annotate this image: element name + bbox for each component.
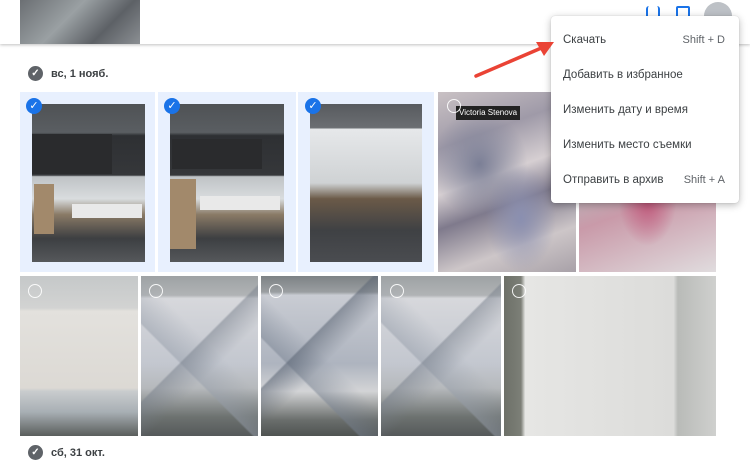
previous-photo-thumbnail[interactable] [20, 0, 140, 44]
unselected-circle-icon[interactable] [149, 284, 163, 298]
context-menu: Скачать Shift + D Добавить в избранное И… [551, 16, 739, 203]
unselected-circle-icon[interactable] [28, 284, 42, 298]
menu-item-shortcut: Shift + D [682, 33, 726, 46]
section-header-oct31: ✓ сб, 31 окт. [28, 445, 105, 460]
unselected-circle-icon[interactable] [269, 284, 283, 298]
menu-item-label: Отправить в архив [563, 173, 664, 186]
photo-panel-concrete[interactable] [504, 276, 716, 436]
menu-item-shortcut: Shift + A [683, 173, 725, 186]
menu-item-add-favorite[interactable]: Добавить в избранное [551, 57, 739, 92]
menu-item-download[interactable]: Скачать Shift + D [551, 22, 739, 57]
menu-item-edit-location[interactable]: Изменить место съемки [551, 127, 739, 162]
selected-check-icon[interactable]: ✓ [305, 98, 321, 114]
select-day-check-icon[interactable]: ✓ [28, 66, 43, 81]
selected-check-icon[interactable]: ✓ [164, 98, 180, 114]
photo-kitchen-3[interactable] [310, 104, 422, 262]
photo-kitchen-2[interactable] [170, 104, 284, 262]
select-day-check-icon[interactable]: ✓ [28, 445, 43, 460]
selected-check-icon[interactable]: ✓ [26, 98, 42, 114]
menu-item-label: Скачать [563, 33, 607, 46]
photo-panel-geometric-1[interactable] [141, 276, 258, 436]
photo-panel-light[interactable] [20, 276, 138, 436]
photo-panel-geometric-3[interactable] [381, 276, 501, 436]
photo-kitchen-1[interactable] [32, 104, 145, 262]
menu-item-archive[interactable]: Отправить в архив Shift + A [551, 162, 739, 197]
menu-item-label: Изменить место съемки [563, 138, 692, 151]
menu-item-label: Добавить в избранное [563, 68, 683, 81]
unselected-circle-icon[interactable] [512, 284, 526, 298]
section-date-label: сб, 31 окт. [51, 446, 105, 459]
menu-item-edit-date-time[interactable]: Изменить дату и время [551, 92, 739, 127]
menu-item-label: Изменить дату и время [563, 103, 688, 116]
section-header-nov1: ✓ вс, 1 нояб. [28, 66, 108, 81]
unselected-circle-icon[interactable] [447, 99, 461, 113]
photo-panel-geometric-2[interactable] [261, 276, 378, 436]
brand-banner: Victoria Stenova [456, 106, 521, 120]
unselected-circle-icon[interactable] [390, 284, 404, 298]
section-date-label: вс, 1 нояб. [51, 67, 109, 80]
annotation-arrow-icon [474, 42, 554, 78]
